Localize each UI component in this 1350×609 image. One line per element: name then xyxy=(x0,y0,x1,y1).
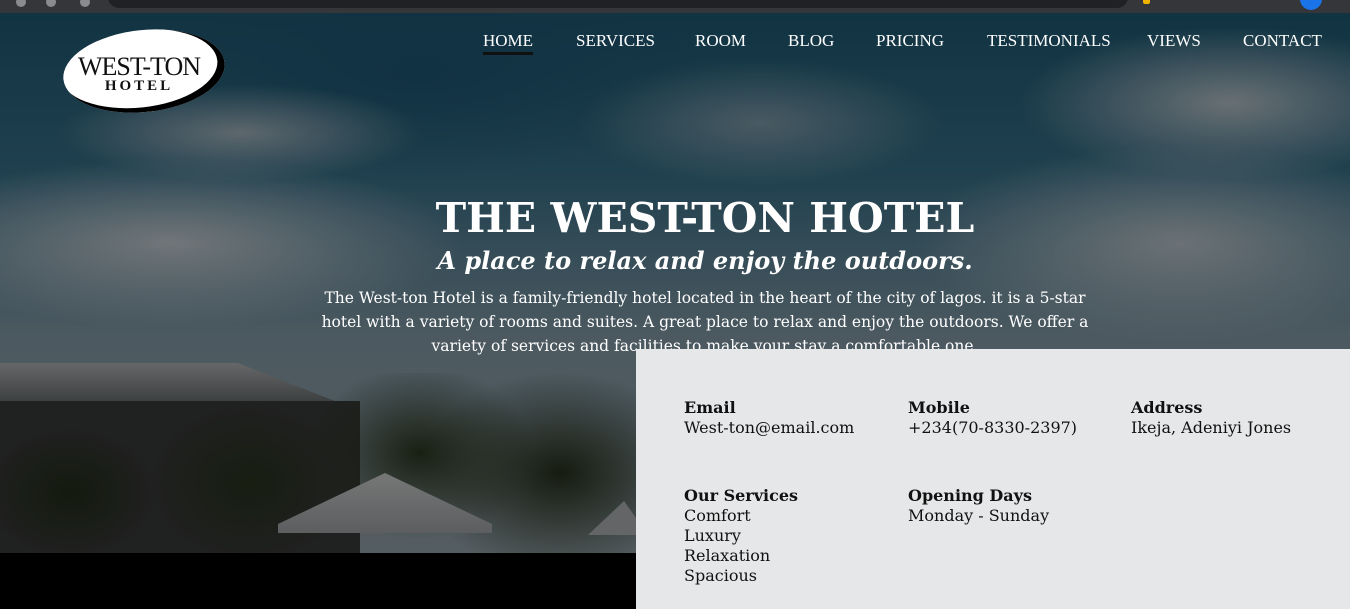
mobile-value[interactable]: +234(70-8330-2397) xyxy=(908,418,1077,438)
forward-icon[interactable] xyxy=(46,0,56,7)
nav-pricing[interactable]: PRICING xyxy=(876,31,944,51)
address-bar[interactable] xyxy=(108,0,1128,8)
profile-avatar[interactable] xyxy=(1300,0,1322,10)
service-item: Comfort xyxy=(684,506,751,525)
nav-testimonials[interactable]: TESTIMONIALS xyxy=(987,31,1111,51)
email-block: Email West-ton@email.com xyxy=(684,398,854,438)
logo[interactable]: WEST-TON HOTEL xyxy=(64,52,214,94)
nav-services[interactable]: SERVICES xyxy=(576,31,655,51)
service-item: Relaxation xyxy=(684,546,771,565)
nav-contact[interactable]: CONTACT xyxy=(1243,31,1322,51)
reload-icon[interactable] xyxy=(80,0,90,7)
nav-room[interactable]: ROOM xyxy=(695,31,746,51)
browser-chrome xyxy=(0,0,1350,13)
email-value[interactable]: West-ton@email.com xyxy=(684,418,854,438)
address-block: Address Ikeja, Adeniyi Jones xyxy=(1131,398,1291,438)
nav-blog[interactable]: BLOG xyxy=(788,31,834,51)
address-label: Address xyxy=(1131,398,1203,417)
hero-title: THE WEST-TON HOTEL xyxy=(435,194,975,242)
services-block: Our Services Comfort Luxury Relaxation S… xyxy=(684,486,798,586)
mobile-label: Mobile xyxy=(908,398,970,417)
service-item: Luxury xyxy=(684,526,741,545)
opening-days-label: Opening Days xyxy=(908,486,1032,505)
email-label: Email xyxy=(684,398,736,417)
opening-days-block: Opening Days Monday - Sunday xyxy=(908,486,1049,526)
extension-icon[interactable] xyxy=(1143,0,1150,4)
nav-views[interactable]: VIEWS xyxy=(1147,31,1201,51)
back-icon[interactable] xyxy=(16,0,26,7)
hero-subtitle: A place to relax and enjoy the outdoors. xyxy=(437,246,973,275)
logo-line-2: HOTEL xyxy=(104,78,174,94)
service-item: Spacious xyxy=(684,566,757,585)
logo-line-1: WEST-TON xyxy=(78,52,201,81)
services-label: Our Services xyxy=(684,486,799,505)
address-value: Ikeja, Adeniyi Jones xyxy=(1131,418,1292,437)
hero-description: The West-ton Hotel is a family-friendly … xyxy=(321,289,1089,355)
contact-info-panel: Email West-ton@email.com Mobile +234(70-… xyxy=(636,349,1350,609)
opening-days-value: Monday - Sunday xyxy=(908,506,1050,525)
mobile-block: Mobile +234(70-8330-2397) xyxy=(908,398,1077,438)
nav-home[interactable]: HOME xyxy=(483,31,534,55)
